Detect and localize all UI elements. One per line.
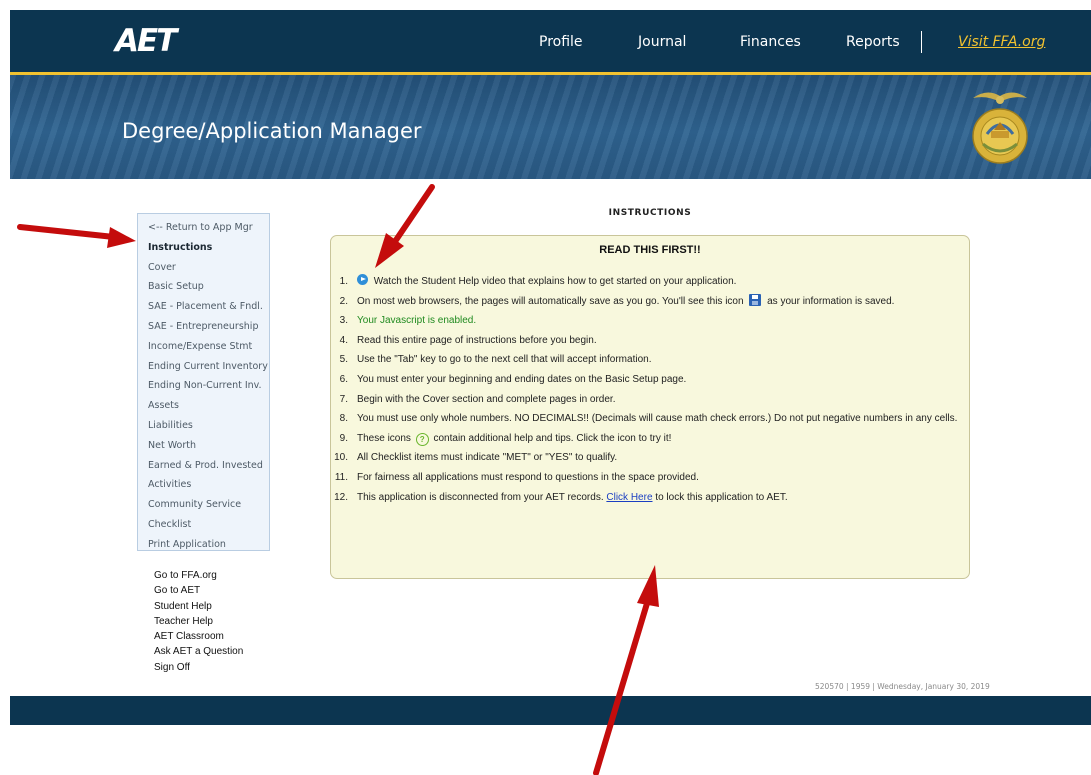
sidebar-item-print-application[interactable]: Print Application — [138, 535, 269, 555]
sidebar-item-ending-current-inventory[interactable]: Ending Current Inventory — [138, 357, 269, 377]
nav-journal[interactable]: Journal — [638, 32, 686, 52]
sidebar-item-checklist[interactable]: Checklist — [138, 515, 269, 535]
link-ask-aet[interactable]: Ask AET a Question — [154, 644, 243, 659]
instruction-item: 4. Read this entire page of instructions … — [339, 334, 597, 346]
nav-finances[interactable]: Finances — [740, 32, 801, 52]
link-teacher-help[interactable]: Teacher Help — [154, 614, 243, 629]
instructions-panel: READ THIS FIRST!! 1. Watch the Student H… — [330, 235, 970, 579]
instruction-item: 3. Your Javascript is enabled. — [339, 315, 477, 327]
page-banner: Degree/Application Manager — [10, 75, 1091, 179]
link-go-to-ffa[interactable]: Go to FFA.org — [154, 568, 243, 583]
instruction-item: 6. You must enter your beginning and endi… — [339, 373, 687, 385]
instructions-list: 1. Watch the Student Help video that exp… — [331, 272, 959, 507]
help-tip-icon[interactable]: ? — [415, 432, 429, 446]
click-here-link[interactable]: Click Here — [606, 492, 652, 503]
link-sign-off[interactable]: Sign Off — [154, 660, 243, 675]
sidebar-item-assets[interactable]: Assets — [138, 396, 269, 416]
sidebar-item-earned-prod-invested[interactable]: Earned & Prod. Invested — [138, 456, 269, 476]
instruction-item: 12. This application is disconnected from… — [334, 491, 788, 503]
sidebar-item-ending-noncurrent-inv[interactable]: Ending Non-Current Inv. — [138, 376, 269, 396]
sidebar-item-basic-setup[interactable]: Basic Setup — [138, 277, 269, 297]
sidebar-item-income-expense[interactable]: Income/Expense Stmt — [138, 337, 269, 357]
ffa-emblem-icon — [972, 92, 1028, 164]
link-go-to-aet[interactable]: Go to AET — [154, 583, 243, 598]
sidebar-menu: <-- Return to App Mgr Instructions Cover… — [137, 213, 270, 551]
quick-links: Go to FFA.org Go to AET Student Help Tea… — [154, 568, 243, 675]
save-disk-icon — [749, 293, 762, 306]
instruction-item: 1. Watch the Student Help video that exp… — [339, 274, 737, 287]
link-aet-classroom[interactable]: AET Classroom — [154, 629, 243, 644]
sidebar-item-community-service[interactable]: Community Service — [138, 495, 269, 515]
footer-bar — [10, 696, 1091, 725]
sidebar-item-net-worth[interactable]: Net Worth — [138, 436, 269, 456]
page-title: Degree/Application Manager — [122, 119, 422, 143]
sidebar-item-cover[interactable]: Cover — [138, 258, 269, 278]
sidebar-item-sae-entrepreneurship[interactable]: SAE - Entrepreneurship — [138, 317, 269, 337]
instruction-item: 8. You must use only whole numbers. NO DE… — [339, 413, 958, 425]
read-this-first-title: READ THIS FIRST!! — [599, 244, 701, 256]
nav-visit-ffa[interactable]: Visit FFA.org — [958, 32, 1045, 52]
sidebar-item-activities[interactable]: Activities — [138, 475, 269, 495]
sidebar-item-liabilities[interactable]: Liabilities — [138, 416, 269, 436]
sidebar-item-return[interactable]: <-- Return to App Mgr — [138, 218, 269, 238]
play-video-icon[interactable] — [357, 274, 368, 285]
instructions-heading: INSTRUCTIONS — [608, 208, 692, 218]
instruction-item: 7. Begin with the Cover section and compl… — [339, 393, 616, 405]
instruction-item: 2. On most web browsers, the pages will a… — [339, 293, 895, 307]
nav-reports[interactable]: Reports — [846, 32, 900, 52]
sidebar-item-sae-placement[interactable]: SAE - Placement & Fndl. — [138, 297, 269, 317]
javascript-status: Your Javascript is enabled. — [357, 315, 477, 327]
nav-separator — [921, 31, 922, 53]
arrow-to-click-here — [593, 565, 659, 775]
arrow-to-instructions — [17, 224, 136, 248]
instruction-item: 5. Use the "Tab" key to go to the next ce… — [339, 354, 652, 366]
instruction-item: 10. All Checklist items must indicate "ME… — [334, 452, 618, 464]
link-student-help[interactable]: Student Help — [154, 599, 243, 614]
aet-logo[interactable]: AET — [115, 23, 177, 59]
nav-profile[interactable]: Profile — [539, 32, 583, 52]
sidebar-item-instructions[interactable]: Instructions — [138, 238, 269, 258]
footer-meta: 520570 | 1959 | Wednesday, January 30, 2… — [815, 682, 990, 691]
instruction-item: 11. For fairness all applications must re… — [334, 471, 699, 483]
instruction-item: 9. These icons ? contain additional help … — [339, 432, 672, 446]
